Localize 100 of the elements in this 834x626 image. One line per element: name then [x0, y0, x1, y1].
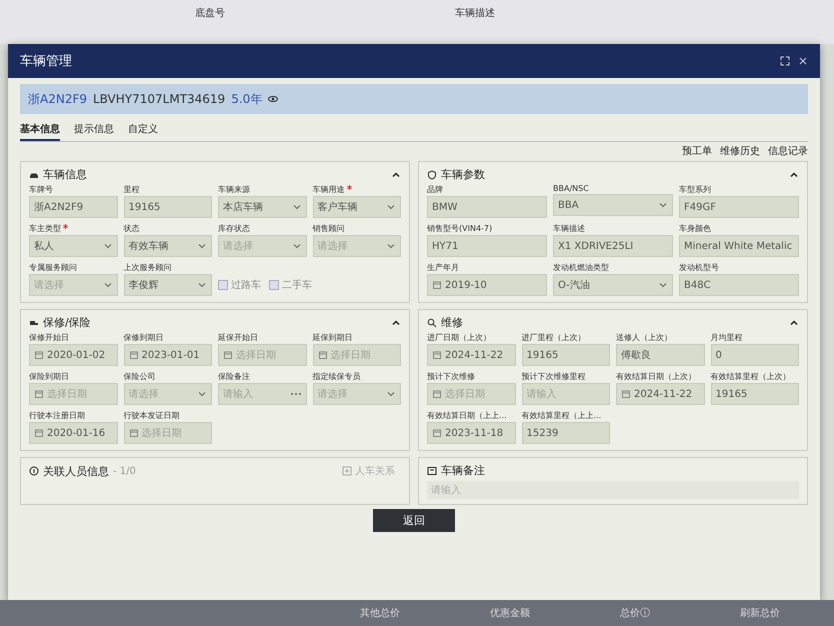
checkbox[interactable]: 二手车 [269, 278, 312, 292]
collapse-icon [789, 318, 799, 328]
column-label: 其他总价 [360, 606, 400, 621]
input-field[interactable]: F49GF [679, 196, 799, 218]
link[interactable]: 预工单 [682, 144, 712, 158]
select-field[interactable]: 私人 [29, 235, 118, 257]
dialog-title: 车辆管理 [20, 53, 72, 70]
date-field[interactable]: 2023-01-01 [124, 344, 212, 366]
maximize-icon[interactable] [780, 56, 790, 66]
section-title: 保修/保险 [43, 315, 91, 330]
column-label: 优惠金额 [490, 606, 530, 621]
field-label: 专属服务顾问 [29, 262, 77, 273]
calendar-icon [621, 389, 631, 399]
collapse-icon [391, 170, 401, 180]
section-title: 维修 [441, 315, 463, 330]
input-field[interactable]: 浙A2N2F9 [29, 196, 118, 218]
input-field[interactable]: 19165 [710, 383, 799, 405]
calendar-icon [318, 350, 328, 360]
field-label: 销售顾问 [312, 223, 344, 234]
field-label: 保修开始日 [29, 332, 69, 343]
input-field[interactable]: 19165 [522, 344, 610, 366]
field-label: 有效结算里程（上次） [710, 371, 790, 382]
refresh-link[interactable]: 刷新总价 [740, 606, 780, 626]
plate-number: 浙A2N2F9 [28, 90, 87, 108]
vin-number: LBVHY7107LMT34619 [93, 92, 226, 106]
input-field[interactable]: 0 [710, 344, 799, 366]
field-label: 生产年月 [427, 262, 459, 273]
link[interactable]: 维修历史 [720, 144, 760, 158]
calendar-icon [432, 350, 442, 360]
select-field[interactable]: BBA [553, 194, 673, 216]
more-icon [290, 392, 302, 396]
input-field[interactable]: HY71 [427, 235, 547, 257]
calendar-icon [432, 428, 442, 438]
input-field[interactable]: 15239 [522, 422, 610, 444]
calendar-icon [34, 350, 44, 360]
select-field[interactable]: 本店车辆 [218, 196, 306, 218]
date-field[interactable]: 2020-01-16 [29, 422, 118, 444]
section-title: 车辆备注 [441, 463, 485, 478]
tab[interactable]: 提示信息 [74, 120, 114, 141]
field-label: 延保到期日 [312, 332, 352, 343]
date-field[interactable]: 2020-01-02 [29, 344, 118, 366]
collapse-icon [789, 170, 799, 180]
plus-icon [342, 466, 352, 476]
chevron-down-icon [386, 241, 396, 251]
field-label: 有效结算里程（上上... [522, 410, 602, 421]
input-field[interactable]: BMW [427, 196, 547, 218]
chevron-down-icon [386, 202, 396, 212]
field-label: 车型系列 [679, 184, 711, 195]
date-field[interactable]: 2024-11-22 [616, 383, 704, 405]
link[interactable]: 信息记录 [768, 144, 808, 158]
chevron-down-icon [197, 389, 207, 399]
input-field[interactable]: Mineral White Metalic [679, 235, 799, 257]
date-field[interactable]: 2023-11-18 [427, 422, 516, 444]
select-field[interactable]: 李俊辉 [124, 274, 212, 296]
field-label: 库存状态 [218, 223, 250, 234]
field-label: 月均里程 [710, 332, 742, 343]
field-label: 发动机燃油类型 [553, 262, 609, 273]
field-label: 进厂里程（上次） [522, 332, 586, 343]
chevron-down-icon [292, 241, 302, 251]
tab[interactable]: 基本信息 [20, 120, 60, 141]
vehicle-age: 5.0年 [231, 90, 262, 108]
field-label: 送修人（上次） [616, 332, 672, 343]
select-field[interactable]: O-汽油 [553, 274, 673, 296]
field-label: BBA/NSC [553, 184, 589, 193]
collapse-icon [391, 318, 401, 328]
field-label: 保修到期日 [124, 332, 164, 343]
field-label: 车辆来源 [218, 184, 250, 195]
field-label: 有效结算日期（上上... [427, 410, 507, 421]
calendar-icon [432, 389, 442, 399]
tab[interactable]: 自定义 [128, 120, 158, 141]
input-field[interactable]: B48C [679, 274, 799, 296]
field-label: 发动机型号 [679, 262, 719, 273]
date-field[interactable]: 2019-10 [427, 274, 547, 296]
chevron-down-icon [102, 241, 112, 251]
note-icon [427, 466, 437, 476]
chevron-down-icon [292, 202, 302, 212]
calendar-icon [128, 428, 138, 438]
field-label: 保险备注 [218, 371, 250, 382]
input-field[interactable]: 傅歇良 [616, 344, 704, 366]
field-label: 里程 [124, 184, 140, 195]
section-title: 关联人员信息 [43, 464, 109, 478]
field-label: 保险公司 [124, 371, 156, 382]
field-label: 车辆描述 [553, 223, 585, 234]
back-button[interactable]: 返回 [373, 509, 455, 532]
column-label: 车辆描述 [455, 6, 495, 21]
input-field[interactable]: 19165 [124, 196, 212, 218]
field-label: 预计下次维修里程 [522, 371, 586, 382]
calendar-icon [128, 350, 138, 360]
field-label: 行驶本注册日期 [29, 410, 85, 421]
checkbox[interactable]: 过路车 [218, 278, 261, 292]
date-field[interactable]: 2024-11-22 [427, 344, 516, 366]
select-field[interactable]: 有效车辆 [124, 235, 212, 257]
field-label: 延保开始日 [218, 332, 258, 343]
eye-icon[interactable] [268, 94, 278, 104]
field-label: 销售型号(VIN4-7) [427, 223, 492, 234]
close-icon[interactable] [798, 56, 808, 66]
chevron-down-icon [658, 280, 668, 290]
input-field[interactable]: X1 XDRIVE25LI [553, 235, 673, 257]
select-field[interactable]: 客户车辆 [312, 196, 401, 218]
field-label: 上次服务顾问 [124, 262, 172, 273]
